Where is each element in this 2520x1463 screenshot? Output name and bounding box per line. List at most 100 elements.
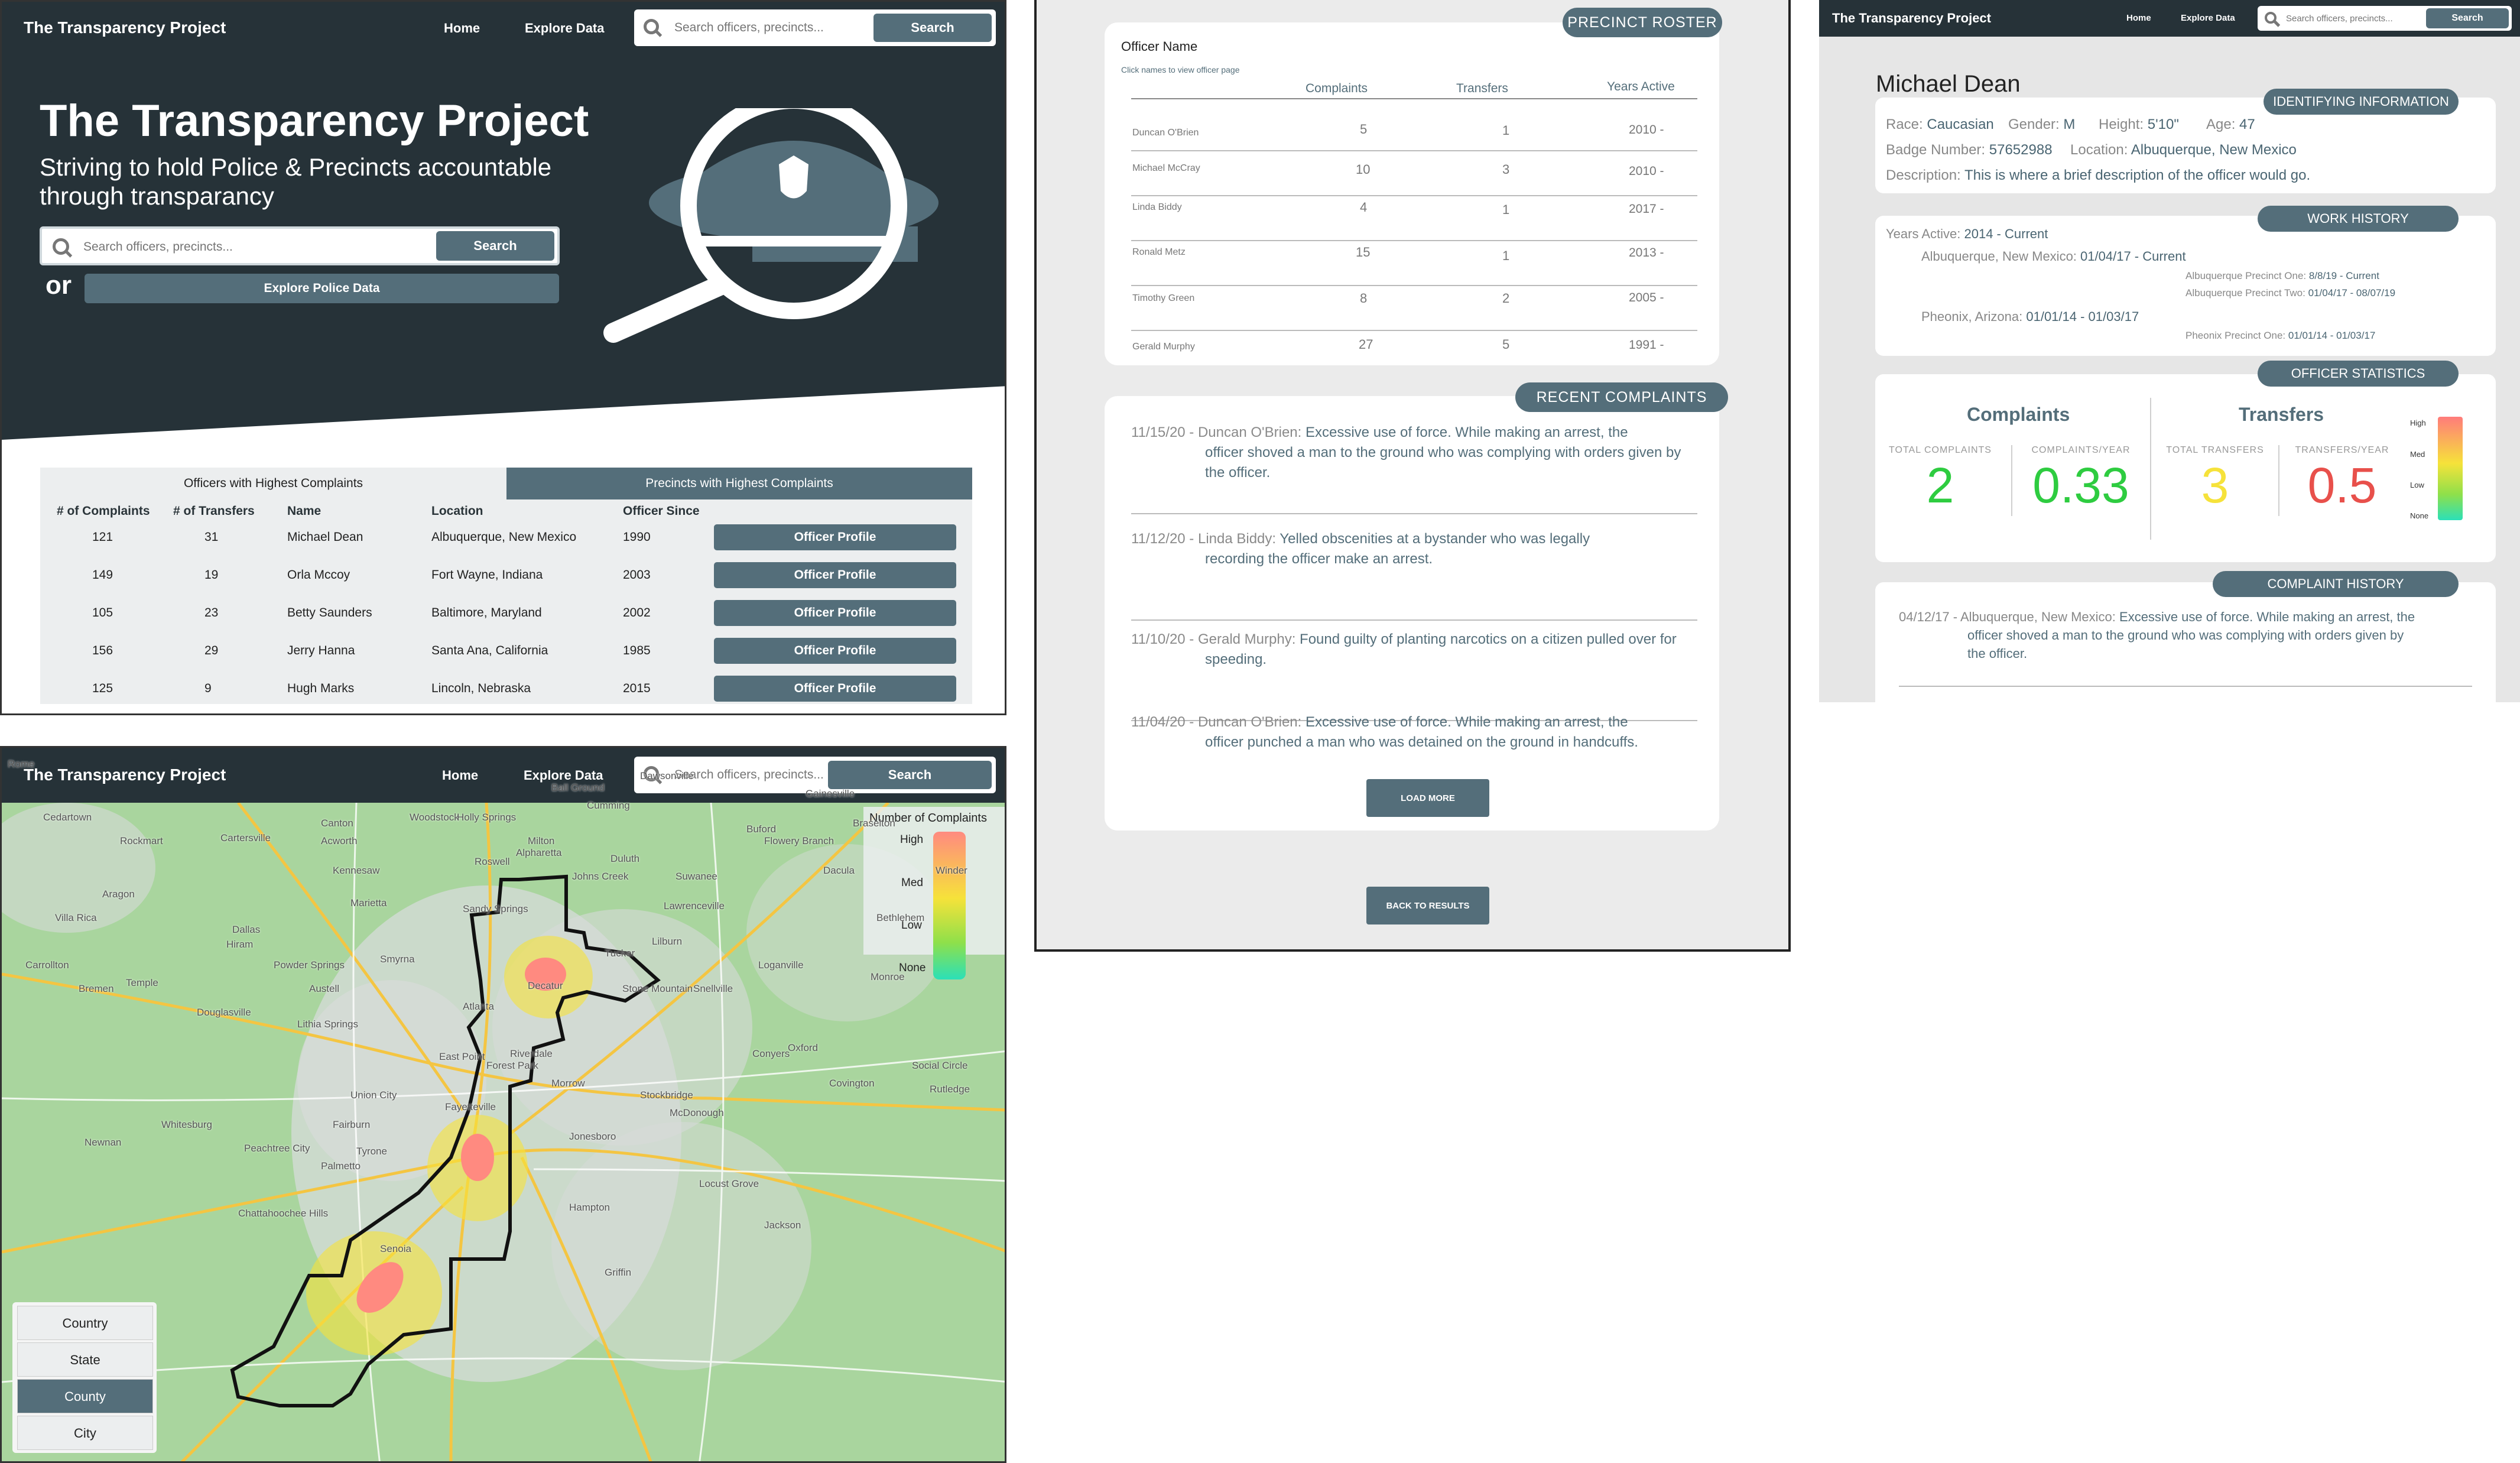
officer-profile-button[interactable]: Officer Profile <box>714 524 956 550</box>
brand-logo[interactable]: The Transparency Project <box>1832 11 1991 26</box>
leaderboard-card: Officers with Highest Complaints Precinc… <box>40 468 972 704</box>
table-row: Ronald Metz 15 1 2013 - <box>1131 241 1697 286</box>
officer-profile-button[interactable]: Officer Profile <box>714 562 956 588</box>
map-place-label: Social Circle <box>912 1060 968 1071</box>
roster-officer-link[interactable]: Gerald Murphy <box>1132 342 1195 352</box>
roster-officer-link[interactable]: Duncan O'Brien <box>1132 128 1199 138</box>
map-place-label: Winder <box>936 865 967 876</box>
nav-home-link[interactable]: Home <box>2126 13 2151 23</box>
officer-profile-button[interactable]: Officer Profile <box>714 676 956 702</box>
map-place-label: Decatur <box>528 980 563 991</box>
roster-officer-link[interactable]: Timothy Green <box>1132 293 1194 304</box>
complaint-text: Yelled obscenities at a bystander who wa… <box>1280 531 1590 547</box>
legend-med: Med <box>2410 450 2425 459</box>
legend-gradient <box>933 832 966 979</box>
nav-explore-link[interactable]: Explore Data <box>524 768 603 783</box>
column-complaints: Complaints <box>1306 82 1368 95</box>
home-page: The Transparency Project Home Explore Da… <box>0 0 1006 715</box>
hero-search-input[interactable] <box>83 237 438 257</box>
stats-divider <box>2011 445 2012 516</box>
tab-officers[interactable]: Officers with Highest Complaints <box>40 468 506 499</box>
header-search-button[interactable]: Search <box>828 761 992 789</box>
cell-transfers: 29 <box>204 644 219 657</box>
level-county-button[interactable]: County <box>17 1379 153 1413</box>
cell-location: Baltimore, Maryland <box>431 606 542 619</box>
map-place-label: Sandy Springs <box>463 903 528 914</box>
level-country-button[interactable]: Country <box>17 1306 153 1340</box>
officer-profile-button[interactable]: Officer Profile <box>714 600 956 626</box>
precinct-label: Pheonix Precinct One: <box>2185 330 2286 341</box>
top-nav-bar: The Transparency Project Home Explore Da… <box>2 748 1005 803</box>
nav-home-link[interactable]: Home <box>442 768 478 783</box>
map-place-label: Braselton <box>853 818 895 829</box>
description-label: Description: <box>1886 167 1961 183</box>
search-icon <box>53 238 69 255</box>
roster-complaints: 8 <box>1360 291 1368 306</box>
roster-officer-link[interactable]: Linda Biddy <box>1132 202 1182 213</box>
map-place-label: Kennesaw <box>333 865 380 876</box>
map-place-label: Lithia Springs <box>297 1018 359 1030</box>
map-place-label: Bethlehem <box>876 912 925 923</box>
height-label: Height: <box>2099 116 2144 132</box>
height-value: 5'10" <box>2147 116 2179 132</box>
map-place-label: Gainesville <box>806 788 855 799</box>
officer-profile-button[interactable]: Officer Profile <box>714 638 956 664</box>
map-page: The Transparency Project Home Explore Da… <box>0 746 1006 1463</box>
column-complaints: # of Complaints <box>57 504 150 518</box>
roster-officer-link[interactable]: Ronald Metz <box>1132 247 1186 258</box>
back-to-results-button[interactable]: BACK TO RESULTS <box>1366 887 1489 924</box>
complaint-text: Excessive use of force. While making an … <box>2119 609 2415 624</box>
complaint-text: Excessive use of force. While making an … <box>1305 714 1628 730</box>
map-place-label: Monroe <box>871 971 905 982</box>
legend-high: High <box>900 833 924 846</box>
stats-divider <box>2150 398 2151 540</box>
roster-officer-link[interactable]: Michael McCray <box>1132 163 1200 174</box>
description-value: This is where a brief description of the… <box>1964 167 2311 183</box>
complaint-date: 11/12/20 - Linda Biddy: <box>1131 531 1277 547</box>
nav-explore-link[interactable]: Explore Data <box>525 21 605 36</box>
header-search-button[interactable]: Search <box>2426 8 2509 28</box>
tab-precincts[interactable]: Precincts with Highest Complaints <box>506 468 972 499</box>
precinct-label: Albuquerque Precinct Two: <box>2185 287 2305 299</box>
table-row: Linda Biddy 4 1 2017 - <box>1131 196 1697 241</box>
map-place-label: Douglasville <box>197 1007 251 1018</box>
map-place-label: Stockbridge <box>640 1089 693 1101</box>
cell-complaints: 121 <box>92 530 113 544</box>
precinct-dates: 01/04/17 - 08/07/19 <box>2308 287 2396 299</box>
nav-home-link[interactable]: Home <box>444 21 480 36</box>
list-item: 11/10/20 - Gerald Murphy: Found guilty o… <box>1131 630 1697 721</box>
or-label: or <box>46 271 72 300</box>
header-search-button[interactable]: Search <box>873 14 992 42</box>
map-place-label: Carrollton <box>25 959 69 971</box>
roster-years: 2010 - <box>1629 123 1664 137</box>
map-place-label: Tyrone <box>356 1146 387 1157</box>
brand-logo[interactable]: The Transparency Project <box>24 18 226 37</box>
nav-explore-link[interactable]: Explore Data <box>2181 13 2235 23</box>
officer-statistics-title: OFFICER STATISTICS <box>2258 361 2459 387</box>
complaints-heading: Complaints <box>1967 404 2070 425</box>
age-row: Age: 47 <box>2206 116 2255 133</box>
map-place-label: Smyrna <box>380 953 415 965</box>
map-place-label: Palmetto <box>321 1160 361 1172</box>
explore-data-button[interactable]: Explore Police Data <box>85 274 559 303</box>
map-place-label: Oxford <box>788 1042 819 1053</box>
badge-value: 57652988 <box>1989 142 2053 158</box>
brand-logo[interactable]: The Transparency Project <box>24 765 226 784</box>
level-state-button[interactable]: State <box>17 1342 153 1377</box>
list-item: 11/04/20 - Duncan O'Brien: Excessive use… <box>1131 712 1697 765</box>
work-sub-entry: Albuquerque Precinct One: 8/8/19 - Curre… <box>2185 270 2379 282</box>
header-divider <box>1131 98 1697 99</box>
officer-name-header: Officer Name <box>1121 39 1198 54</box>
map-place-label: Milton <box>528 835 555 846</box>
hero-search-button[interactable]: Search <box>436 231 554 261</box>
load-more-button[interactable]: LOAD MORE <box>1366 779 1489 817</box>
location-label: Location: <box>2070 142 2128 158</box>
height-row: Height: 5'10" <box>2099 116 2179 133</box>
list-item: 11/15/20 - Duncan O'Brien: Excessive use… <box>1131 423 1697 514</box>
header-search-input[interactable] <box>2286 11 2434 26</box>
map-place-label: Holly Springs <box>457 812 517 823</box>
cell-transfers: 9 <box>204 682 212 695</box>
roster-years: 1991 - <box>1629 338 1664 352</box>
level-city-button[interactable]: City <box>17 1416 153 1450</box>
complaint-text: officer shoved a man to the ground who w… <box>1967 628 2404 643</box>
